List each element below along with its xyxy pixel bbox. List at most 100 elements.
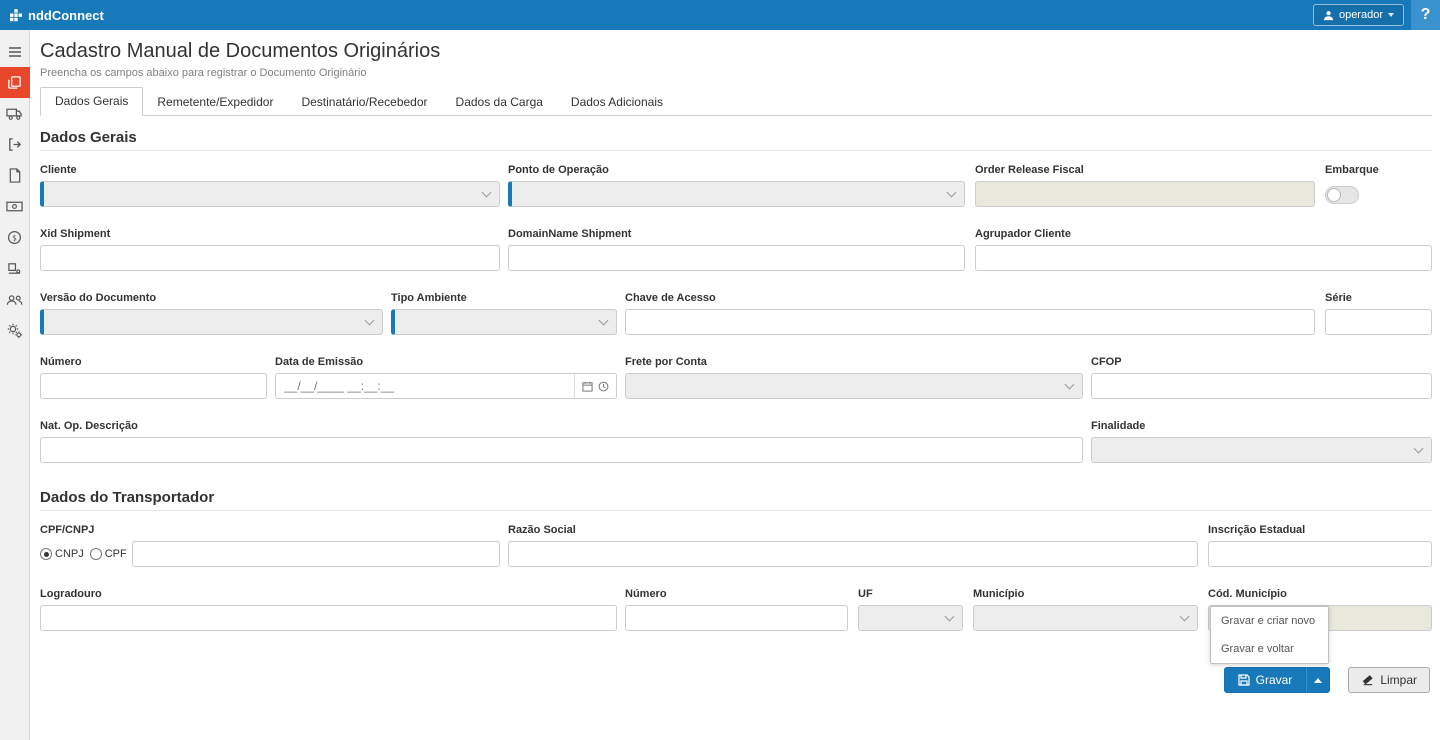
cpf-cnpj-label: CPF/CNPJ <box>40 524 500 537</box>
save-button[interactable]: Gravar <box>1224 667 1307 693</box>
domainname-shipment-input[interactable] <box>508 245 965 271</box>
sidebar-item-package[interactable] <box>0 253 30 284</box>
cliente-select[interactable] <box>40 181 500 207</box>
radio-dot <box>40 548 52 560</box>
data-emissao-box <box>275 373 617 399</box>
inscricao-estadual-input[interactable] <box>1208 541 1432 567</box>
uf-label: UF <box>858 588 963 601</box>
domainname-shipment-label: DomainName Shipment <box>508 228 965 241</box>
save-button-label: Gravar <box>1256 673 1293 687</box>
cpf-cnpj-radios: CNPJ CPF <box>40 541 127 567</box>
chave-acesso-input[interactable] <box>625 309 1315 335</box>
row-gerais-5: Nat. Op. Descrição Finalidade <box>40 420 1432 463</box>
tab-remetente-expedidor[interactable]: Remetente/Expedidor <box>143 89 287 116</box>
sidebar-item-documents[interactable] <box>0 67 30 98</box>
ndd-grid-icon <box>9 8 23 22</box>
uf-select[interactable] <box>858 605 963 631</box>
calendar-icon <box>582 381 593 392</box>
menu-item-gravar-criar-novo[interactable]: Gravar e criar novo <box>1211 607 1328 635</box>
tab-dados-da-carga[interactable]: Dados da Carga <box>442 89 557 116</box>
razao-social-label: Razão Social <box>508 524 1198 537</box>
user-icon <box>1323 10 1334 21</box>
embarque-toggle[interactable] <box>1325 186 1359 204</box>
clear-button[interactable]: Limpar <box>1348 667 1430 693</box>
field-agrupador-cliente: Agrupador Cliente <box>975 228 1432 271</box>
chevron-down-icon <box>1388 13 1394 17</box>
save-icon <box>1238 674 1250 686</box>
data-emissao-pickers[interactable] <box>574 374 616 398</box>
save-options-button[interactable] <box>1306 667 1330 693</box>
menu-item-gravar-voltar[interactable]: Gravar e voltar <box>1211 635 1328 663</box>
numero-input[interactable] <box>40 373 267 399</box>
data-emissao-input[interactable] <box>276 374 574 398</box>
embarque-label: Embarque <box>1325 164 1432 177</box>
logradouro-input[interactable] <box>40 605 617 631</box>
sidebar-item-users[interactable] <box>0 284 30 315</box>
numero-label: Número <box>40 356 267 369</box>
save-split-button: Gravar <box>1224 667 1331 693</box>
cfop-label: CFOP <box>1091 356 1432 369</box>
help-button[interactable]: ? <box>1411 0 1440 30</box>
field-frete-por-conta: Frete por Conta <box>625 356 1083 399</box>
page-subtitle: Preencha os campos abaixo para registrar… <box>40 67 1432 79</box>
ponto-operacao-select[interactable] <box>508 181 965 207</box>
divider <box>40 510 1432 511</box>
tab-dados-gerais[interactable]: Dados Gerais <box>40 87 143 116</box>
app-logo[interactable]: nddConnect <box>0 8 104 23</box>
tipo-ambiente-label: Tipo Ambiente <box>391 292 617 305</box>
cpf-cnpj-input[interactable] <box>132 541 500 567</box>
field-domainname-shipment: DomainName Shipment <box>508 228 965 271</box>
sidebar-item-banknote[interactable] <box>0 191 30 222</box>
cpf-cnpj-row: CNPJ CPF <box>40 541 500 567</box>
field-versao-documento: Versão do Documento <box>40 292 383 335</box>
sidebar-item-file[interactable] <box>0 160 30 191</box>
field-municipio: Município <box>973 588 1198 631</box>
field-cpf-cnpj: CPF/CNPJ CNPJ CPF <box>40 524 500 567</box>
finalidade-select[interactable] <box>1091 437 1432 463</box>
radio-cnpj[interactable]: CNPJ <box>40 548 84 560</box>
tab-bar: Dados Gerais Remetente/Expedidor Destina… <box>40 89 1432 116</box>
numero-endereco-input[interactable] <box>625 605 848 631</box>
field-ponto-operacao: Ponto de Operação <box>508 164 965 207</box>
municipio-select[interactable] <box>973 605 1198 631</box>
nat-op-descricao-input[interactable] <box>40 437 1083 463</box>
xid-shipment-input[interactable] <box>40 245 500 271</box>
agrupador-cliente-input[interactable] <box>975 245 1432 271</box>
sidebar-item-menu[interactable] <box>0 36 30 67</box>
top-bar: nddConnect operador ? <box>0 0 1440 30</box>
user-name: operador <box>1339 9 1383 21</box>
chevron-down-icon <box>1180 611 1190 621</box>
tab-destinatario-recebedor[interactable]: Destinatário/Recebedor <box>287 89 441 116</box>
topbar-right: operador ? <box>1313 0 1440 30</box>
razao-social-input[interactable] <box>508 541 1198 567</box>
versao-documento-select[interactable] <box>40 309 383 335</box>
user-menu[interactable]: operador <box>1313 4 1404 26</box>
tipo-ambiente-select[interactable] <box>391 309 617 335</box>
chevron-down-icon <box>945 611 955 621</box>
row-gerais-2: Xid Shipment DomainName Shipment Agrupad… <box>40 228 1432 271</box>
field-tipo-ambiente: Tipo Ambiente <box>391 292 617 335</box>
cfop-input[interactable] <box>1091 373 1432 399</box>
currency-circle-icon: $ <box>7 230 22 245</box>
gears-icon <box>7 323 23 339</box>
frete-por-conta-select[interactable] <box>625 373 1083 399</box>
row-transportador-1: CPF/CNPJ CNPJ CPF Razão Social <box>40 524 1432 567</box>
clock-icon <box>598 381 609 392</box>
sidebar-item-currency[interactable]: $ <box>0 222 30 253</box>
cod-municipio-label: Cód. Município <box>1208 588 1432 601</box>
sign-out-icon <box>7 137 22 152</box>
sidebar-item-sign-out[interactable] <box>0 129 30 160</box>
row-gerais-3: Versão do Documento Tipo Ambiente Chave … <box>40 292 1432 335</box>
order-release-input <box>975 181 1315 207</box>
tab-dados-adicionais[interactable]: Dados Adicionais <box>557 89 677 116</box>
sidebar-item-truck[interactable] <box>0 98 30 129</box>
field-cfop: CFOP <box>1091 356 1432 399</box>
frete-por-conta-label: Frete por Conta <box>625 356 1083 369</box>
truck-icon <box>6 106 23 121</box>
radio-cpf[interactable]: CPF <box>90 548 127 560</box>
section-transportador-heading: Dados do Transportador <box>40 489 1432 506</box>
package-icon <box>7 261 22 276</box>
xid-shipment-label: Xid Shipment <box>40 228 500 241</box>
sidebar-item-settings[interactable] <box>0 315 30 346</box>
serie-input[interactable] <box>1325 309 1432 335</box>
